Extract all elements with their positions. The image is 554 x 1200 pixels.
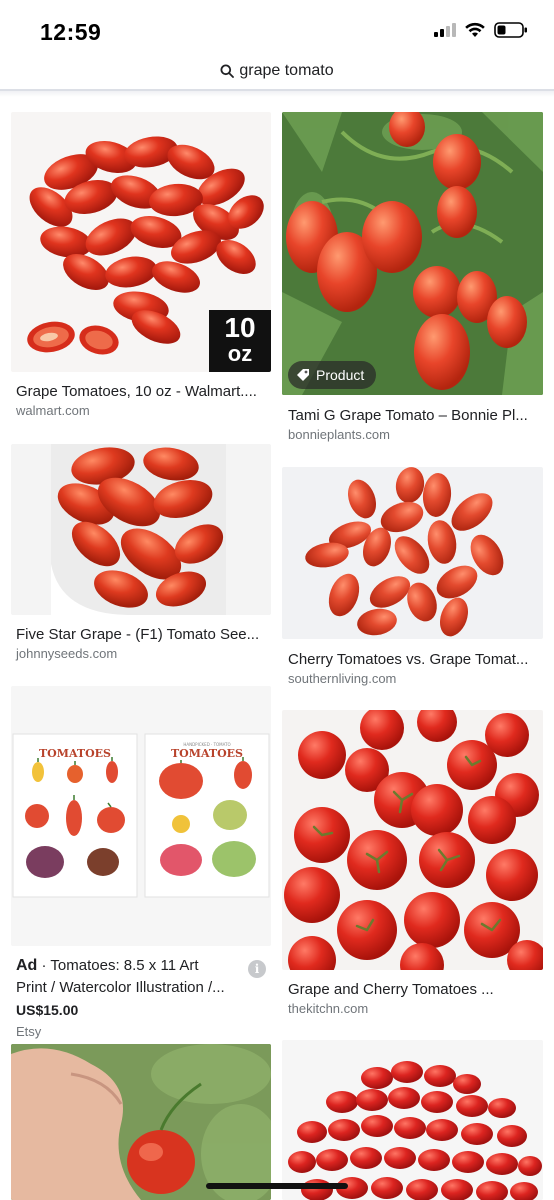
cellular-signal-icon [434, 23, 456, 37]
battery-icon [494, 22, 527, 38]
ad-title: Tomatoes: 8.5 x 11 Art [50, 957, 199, 974]
status-bar: 12:59 [0, 0, 554, 60]
result-source: southernliving.com [288, 671, 397, 686]
result-title[interactable]: Grape Tomatoes, 10 oz - Walmart.... [16, 383, 266, 401]
product-chip-label: Product [316, 367, 365, 383]
result-image-bonnieplants[interactable]: Product [282, 112, 543, 395]
tomato-plant-photo [282, 112, 543, 395]
result-image-walmart[interactable]: 10 oz [11, 112, 271, 372]
grape-tomato-heap-photo [288, 1061, 542, 1200]
result-title[interactable]: Grape and Cherry Tomatoes ... [288, 981, 538, 999]
home-indicator[interactable] [206, 1183, 348, 1189]
result-source: bonnieplants.com [288, 427, 390, 442]
ad-image[interactable]: TOMATOES HANDPICKED · TOMATO TOMATOES [11, 686, 271, 946]
result-title[interactable]: Tami G Grape Tomato – Bonnie Pl... [288, 407, 538, 425]
result-image-grape-pile-2[interactable] [282, 1040, 543, 1200]
result-source: johnnyseeds.com [16, 646, 118, 661]
result-title[interactable]: Five Star Grape - (F1) Tomato See... [16, 626, 266, 644]
status-icons [434, 22, 528, 38]
tomatoes-in-bowl-photo [51, 444, 226, 615]
info-icon[interactable]: i [248, 960, 266, 978]
hand-holding-tomato-photo [11, 1044, 271, 1200]
result-image-johnnyseeds[interactable] [11, 444, 271, 615]
search-header[interactable]: grape tomato [0, 52, 554, 90]
poster-heading-left: TOMATOES [39, 747, 111, 760]
wifi-icon [465, 22, 485, 37]
search-icon [220, 64, 235, 78]
result-source: walmart.com [16, 403, 90, 418]
result-source: thekitchn.com [288, 1001, 369, 1016]
ad-title-line2[interactable]: Print / Watercolor Illustration /... [16, 977, 272, 999]
ad-seller: Etsy [16, 1024, 42, 1039]
product-chip[interactable]: Product [288, 361, 377, 389]
result-image-thekitchn[interactable] [282, 710, 543, 970]
ad-separator: · [41, 957, 47, 974]
result-image-southernliving[interactable] [282, 467, 543, 639]
ad-text-block[interactable]: Ad · Tomatoes: 8.5 x 11 Art Print / Wate… [16, 955, 272, 1043]
cherry-tomato-pile-photo [284, 710, 543, 970]
size-badge: 10 oz [209, 310, 271, 372]
result-image-hand-tomato[interactable] [11, 1044, 271, 1200]
status-time: 12:59 [40, 19, 102, 45]
scattered-tomatoes-photo [305, 467, 504, 637]
ad-title-line1[interactable]: Ad · Tomatoes: 8.5 x 11 Art [16, 955, 272, 977]
ad-label: Ad [16, 957, 38, 974]
result-title[interactable]: Cherry Tomatoes vs. Grape Tomat... [288, 651, 538, 669]
ad-price: US$15.00 [16, 1002, 79, 1018]
poster-heading-right: TOMATOES [171, 747, 243, 760]
search-query: grape tomato [239, 62, 334, 79]
tag-icon [297, 369, 309, 381]
tomato-posters-image: TOMATOES HANDPICKED · TOMATO TOMATOES [12, 733, 270, 898]
